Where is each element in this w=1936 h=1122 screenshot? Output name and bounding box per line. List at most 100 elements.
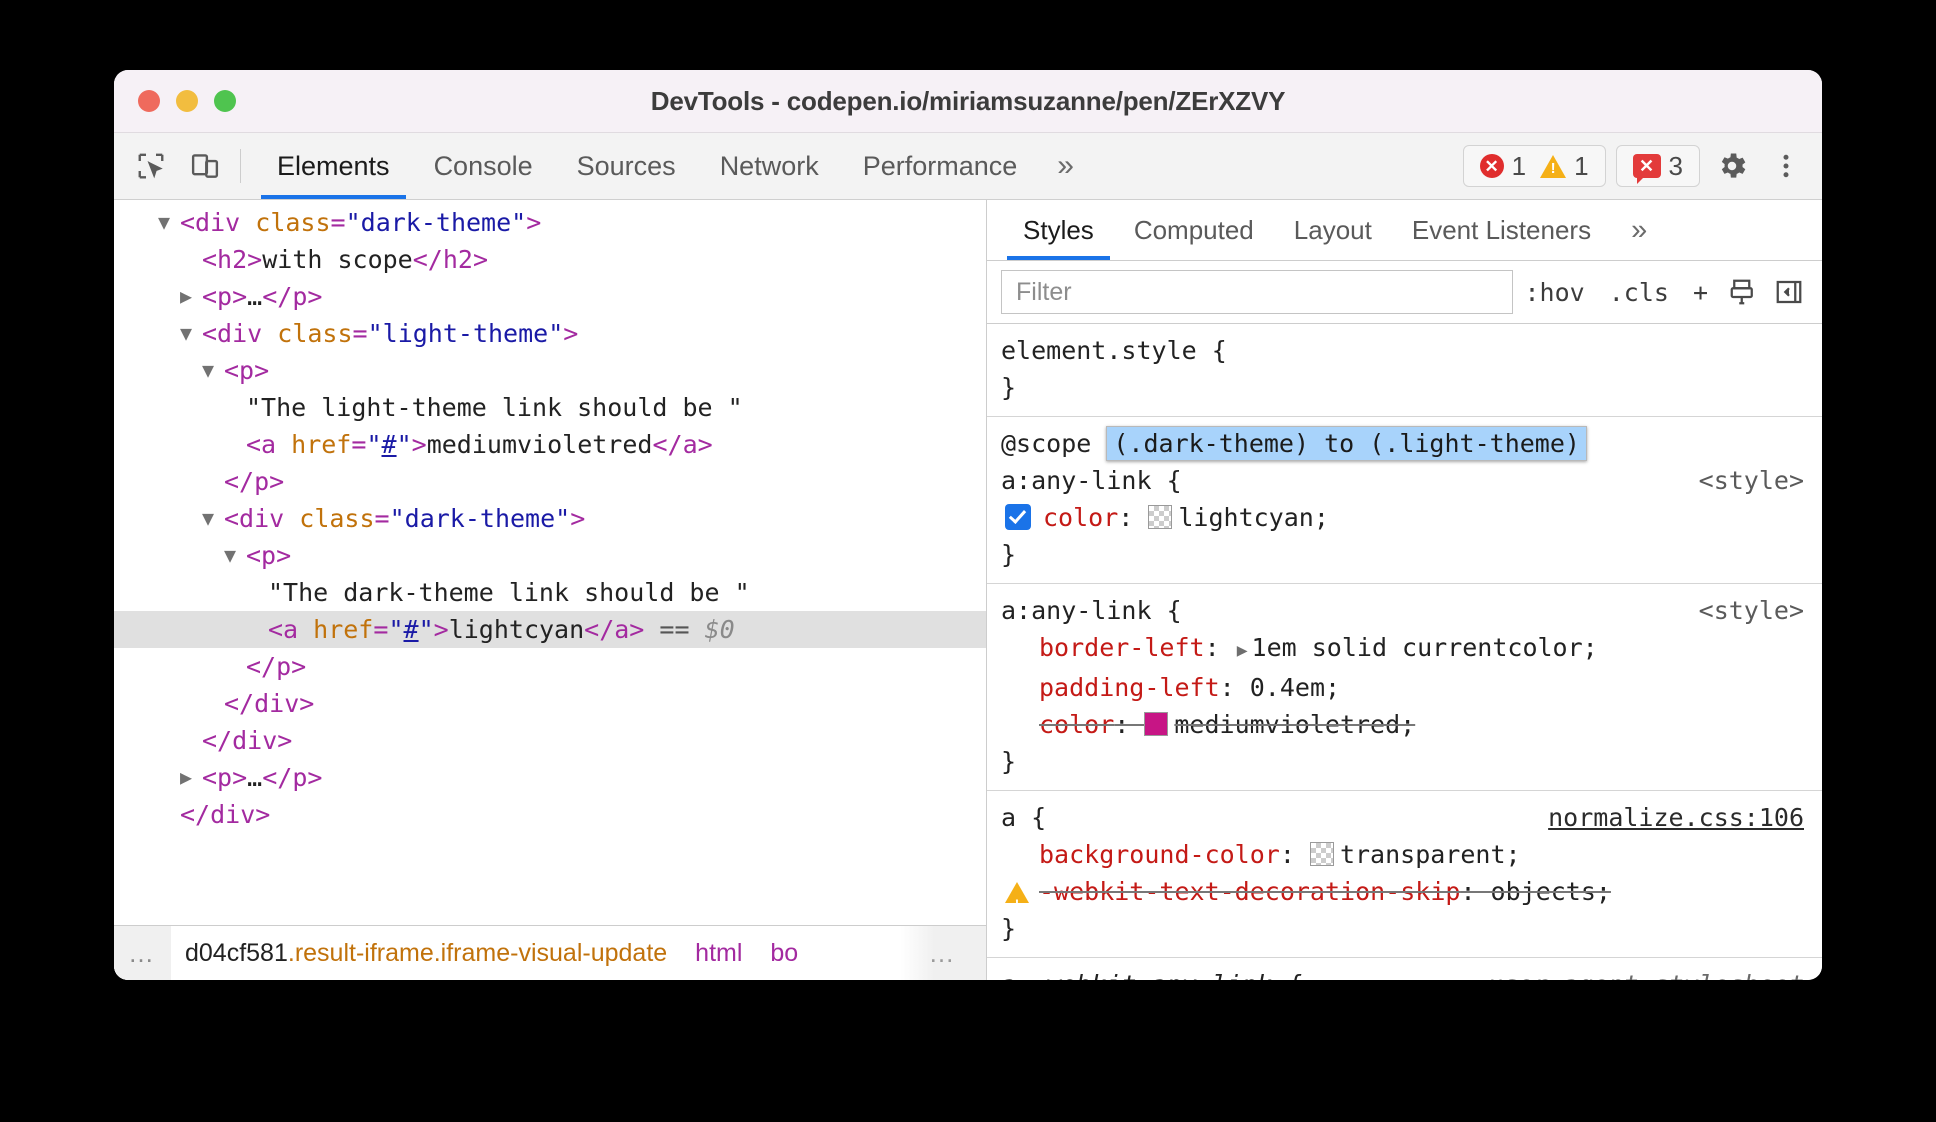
error-warning-badge-group[interactable]: ✕ 1 1 xyxy=(1462,145,1606,187)
triangle-down-icon[interactable] xyxy=(202,500,224,537)
css-property-value[interactable]: mediumvioletred; xyxy=(1174,710,1415,739)
settings-gear-icon[interactable] xyxy=(1710,144,1754,188)
issues-badge-group[interactable]: ✕ 3 xyxy=(1615,145,1700,187)
issues-badge[interactable]: ✕ 3 xyxy=(1632,151,1683,184)
dom-row[interactable]: <p>…</p> xyxy=(114,759,986,796)
css-property-name[interactable]: color xyxy=(1039,710,1114,739)
css-selector[interactable]: a { xyxy=(1001,803,1046,832)
dom-row[interactable]: <div class="dark-theme"> xyxy=(114,204,986,241)
triangle-right-icon[interactable] xyxy=(180,278,202,315)
css-rule[interactable]: a:-webkit-any-link {user agent styleshee… xyxy=(987,958,1822,980)
css-declaration[interactable]: -webkit-text-decoration-skip: objects; xyxy=(987,873,1822,923)
breadcrumb-overflow-left[interactable]: … xyxy=(114,926,171,980)
tab-sources[interactable]: Sources xyxy=(555,133,698,199)
window-title: DevTools - codepen.io/miriamsuzanne/pen/… xyxy=(650,85,1286,116)
css-declaration[interactable]: border-left: ▶ 1em solid currentcolor; xyxy=(987,629,1822,669)
dom-token-tag: > xyxy=(526,208,542,237)
css-property-value[interactable]: 1em solid currentcolor; xyxy=(1252,633,1598,662)
dom-row[interactable]: </p> xyxy=(114,648,986,685)
dom-row[interactable]: "The dark-theme link should be " xyxy=(114,574,986,611)
css-property-name[interactable]: padding-left xyxy=(1039,673,1220,702)
toggle-pseudo-states-button[interactable]: :hov xyxy=(1513,278,1597,307)
dom-row[interactable]: <a href = " # " > mediumvioletred </a> xyxy=(114,426,986,463)
toggle-sidebar-icon[interactable] xyxy=(1766,269,1812,315)
dom-token-hashlink[interactable]: # xyxy=(382,426,397,463)
tab-console[interactable]: Console xyxy=(412,133,555,199)
css-property-name[interactable]: color xyxy=(1043,503,1118,532)
triangle-down-icon[interactable] xyxy=(180,315,202,352)
breadcrumb-item-body[interactable]: bo xyxy=(756,939,812,968)
triangle-down-icon[interactable] xyxy=(202,352,224,389)
breadcrumb-overflow-right[interactable]: … xyxy=(900,926,986,980)
breadcrumb-item-html[interactable]: html xyxy=(681,939,756,968)
css-property-value[interactable]: 0.4em; xyxy=(1250,673,1340,702)
color-swatch[interactable] xyxy=(1309,842,1334,866)
triangle-right-icon[interactable]: ▶ xyxy=(1237,632,1248,669)
css-selector[interactable]: a:-webkit-any-link { xyxy=(1001,970,1302,980)
tab-event-listeners[interactable]: Event Listeners xyxy=(1392,200,1611,260)
stylesheet-source-link[interactable]: normalize.css:106 xyxy=(1548,799,1804,836)
filter-input[interactable]: Filter xyxy=(1001,270,1513,314)
css-property-value[interactable]: lightcyan; xyxy=(1178,503,1329,532)
css-declaration[interactable]: color: mediumvioletred; xyxy=(987,706,1822,743)
tab-computed[interactable]: Computed xyxy=(1114,200,1274,260)
dom-row[interactable]: </div> xyxy=(114,796,986,833)
css-property-name[interactable]: background-color xyxy=(1039,840,1280,869)
css-declaration[interactable]: padding-left: 0.4em; xyxy=(987,669,1822,706)
print-media-icon[interactable] xyxy=(1720,269,1766,315)
toggle-element-classes-button[interactable]: .cls xyxy=(1597,278,1681,307)
css-rule[interactable]: a { normalize.css:106 background-color: tr… xyxy=(987,791,1822,958)
at-scope-prelude-editable[interactable]: (.dark-theme) to (.light-theme) xyxy=(1106,426,1587,461)
css-property-value[interactable]: objects; xyxy=(1491,877,1611,906)
device-toolbar-icon[interactable] xyxy=(186,147,224,185)
dom-row[interactable]: </div> xyxy=(114,685,986,722)
inspect-element-icon[interactable] xyxy=(132,147,170,185)
breadcrumb-item-iframe[interactable]: d04cf581.result-iframe.iframe-visual-upd… xyxy=(171,939,681,968)
css-property-name[interactable]: border-left xyxy=(1039,633,1205,662)
color-swatch[interactable] xyxy=(1148,505,1173,529)
triangle-down-icon[interactable] xyxy=(158,204,180,241)
dom-row[interactable]: <div class="light-theme"> xyxy=(114,315,986,352)
dom-row[interactable]: <p>…</p> xyxy=(114,278,986,315)
dom-row[interactable]: <div class="dark-theme"> xyxy=(114,500,986,537)
tab-performance[interactable]: Performance xyxy=(841,133,1040,199)
dom-row[interactable]: "The light-theme link should be " xyxy=(114,389,986,426)
css-selector[interactable]: a:any-link { xyxy=(1001,466,1182,495)
dom-token-eq: == xyxy=(644,615,705,644)
dom-token-hashlink[interactable]: # xyxy=(404,611,419,648)
css-rules-list[interactable]: element.style {} @scope (.dark-theme) to … xyxy=(987,324,1822,980)
dom-token-tag: </p> xyxy=(224,467,285,496)
dom-row[interactable]: <p> xyxy=(114,537,986,574)
dom-row[interactable]: <h2> with scope </h2> xyxy=(114,241,986,278)
css-property-name[interactable]: -webkit-text-decoration-skip xyxy=(1039,877,1460,906)
more-sidebar-tabs-button[interactable]: » xyxy=(1611,200,1667,260)
dom-tree[interactable]: <div class="dark-theme"><h2>with scope</… xyxy=(114,200,986,925)
color-swatch[interactable] xyxy=(1144,712,1169,736)
triangle-down-icon[interactable] xyxy=(224,537,246,574)
tab-network[interactable]: Network xyxy=(698,133,841,199)
declaration-enabled-checkbox[interactable] xyxy=(1005,504,1031,530)
css-property-value[interactable]: transparent; xyxy=(1340,840,1521,869)
css-rule[interactable]: element.style {} xyxy=(987,324,1822,417)
css-selector[interactable]: a:any-link { xyxy=(1001,596,1182,625)
tab-layout[interactable]: Layout xyxy=(1274,200,1392,260)
error-badge[interactable]: ✕ 1 xyxy=(1479,151,1526,182)
dom-row[interactable]: <p> xyxy=(114,352,986,389)
css-rule[interactable]: a:any-link {<style> border-left: ▶ 1em sol… xyxy=(987,584,1822,791)
new-style-rule-button[interactable]: + xyxy=(1681,278,1720,307)
more-options-kebab-icon[interactable] xyxy=(1764,144,1808,188)
css-declaration[interactable]: background-color: transparent; xyxy=(987,836,1822,873)
dom-row[interactable]: </div> xyxy=(114,722,986,759)
css-rule[interactable]: @scope (.dark-theme) to (.light-theme) a:… xyxy=(987,417,1822,584)
warning-badge[interactable]: 1 xyxy=(1540,151,1589,182)
dom-row-selected[interactable]: <a href = " # " > lightcyan </a> == $0 xyxy=(114,611,986,648)
tab-sources-label: Sources xyxy=(576,150,676,181)
more-panels-button[interactable]: » xyxy=(1039,133,1092,199)
triangle-right-icon[interactable] xyxy=(180,759,202,796)
tab-styles[interactable]: Styles xyxy=(1003,200,1114,260)
tab-elements[interactable]: Elements xyxy=(255,133,412,199)
css-declaration[interactable]: color: lightcyan; xyxy=(987,499,1822,536)
breadcrumb[interactable]: … d04cf581.result-iframe.iframe-visual-u… xyxy=(114,925,986,980)
css-selector[interactable]: element.style { xyxy=(1001,336,1227,365)
dom-row[interactable]: </p> xyxy=(114,463,986,500)
